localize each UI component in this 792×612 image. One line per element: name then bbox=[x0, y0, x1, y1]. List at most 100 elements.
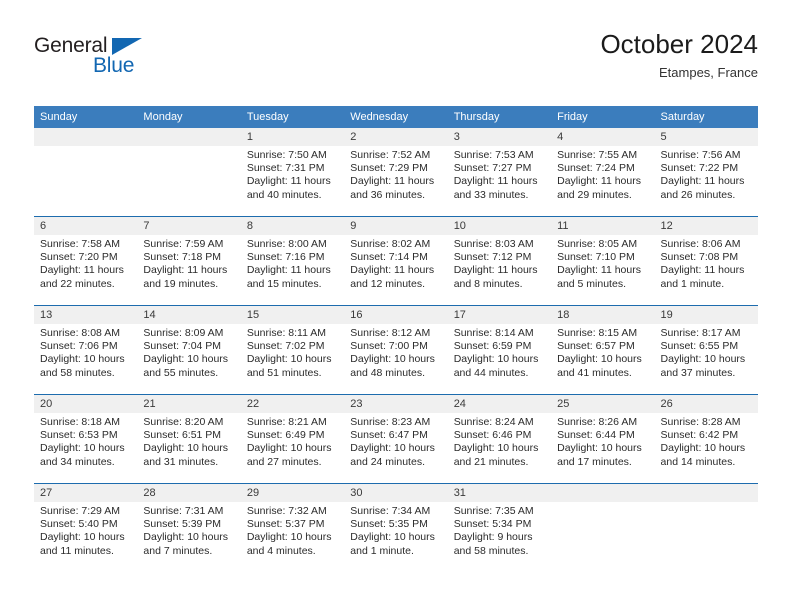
calendar-day-cell[interactable]: 3 Sunrise: 7:53 AM Sunset: 7:27 PM Daylight… bbox=[447, 128, 552, 217]
sunset-time: Sunset: 6:51 PM bbox=[143, 429, 222, 442]
day-number: 17 bbox=[447, 306, 552, 324]
day-number: 15 bbox=[240, 306, 345, 324]
calendar-day-cell[interactable]: 31 Sunrise: 7:35 AM Sunset: 5:34 PM Dayligh… bbox=[447, 483, 552, 572]
calendar-day-cell[interactable]: 29 Sunrise: 7:32 AM Sunset: 5:37 PM Dayligh… bbox=[240, 483, 345, 572]
daylight-duration-line2: and 7 minutes. bbox=[143, 544, 213, 557]
sunrise-time: Sunrise: 7:32 AM bbox=[246, 505, 327, 517]
calendar-day-cell[interactable]: 10 Sunrise: 8:03 AM Sunset: 7:12 PM Dayligh… bbox=[447, 216, 552, 306]
calendar-day-cell[interactable]: 12 Sunrise: 8:06 AM Sunset: 7:08 PM Dayligh… bbox=[654, 216, 758, 306]
calendar-day-cell[interactable]: 13 Sunrise: 8:08 AM Sunset: 7:06 PM Dayligh… bbox=[34, 305, 138, 395]
day-number: 26 bbox=[654, 395, 758, 413]
sunset-time: Sunset: 5:34 PM bbox=[453, 518, 532, 531]
day-details: Sunrise: 7:35 AM Sunset: 5:34 PM Daylight:… bbox=[448, 502, 551, 558]
day-number: 23 bbox=[344, 395, 448, 413]
day-details: Sunrise: 7:29 AM Sunset: 5:40 PM Daylight:… bbox=[34, 502, 137, 558]
day-details: Sunrise: 8:28 AM Sunset: 6:42 PM Daylight:… bbox=[655, 413, 758, 469]
calendar-day-cell[interactable]: 28 Sunrise: 7:31 AM Sunset: 5:39 PM Dayligh… bbox=[137, 483, 241, 572]
day-number bbox=[654, 484, 758, 502]
day-number: 7 bbox=[137, 217, 241, 235]
weekday-header-friday: Friday bbox=[551, 106, 655, 128]
calendar-day-cell[interactable]: 30 Sunrise: 7:34 AM Sunset: 5:35 PM Dayligh… bbox=[344, 483, 448, 572]
calendar-day-cell[interactable]: 24 Sunrise: 8:24 AM Sunset: 6:46 PM Dayligh… bbox=[447, 394, 552, 484]
calendar-day-cell[interactable]: 4 Sunrise: 7:55 AM Sunset: 7:24 PM Daylight… bbox=[551, 128, 655, 217]
calendar-week-row: 1 Sunrise: 7:50 AM Sunset: 7:31 PM Daylight… bbox=[34, 128, 758, 217]
sunrise-time: Sunrise: 7:29 AM bbox=[40, 505, 120, 517]
sunset-time: Sunset: 6:42 PM bbox=[660, 429, 739, 442]
calendar-day-cell[interactable]: 7 Sunrise: 7:59 AM Sunset: 7:18 PM Daylight… bbox=[137, 216, 241, 306]
calendar-day-cell[interactable]: 15 Sunrise: 8:11 AM Sunset: 7:02 PM Dayligh… bbox=[240, 305, 345, 395]
weekday-header-sunday: Sunday bbox=[34, 106, 138, 128]
sunset-time: Sunset: 7:06 PM bbox=[40, 340, 118, 353]
calendar-day-cell[interactable]: 23 Sunrise: 8:23 AM Sunset: 6:47 PM Dayligh… bbox=[344, 394, 448, 484]
day-number: 11 bbox=[551, 217, 655, 235]
calendar-day-cell[interactable]: 25 Sunrise: 8:26 AM Sunset: 6:44 PM Dayligh… bbox=[551, 394, 655, 484]
day-details: Sunrise: 7:58 AM Sunset: 7:20 PM Daylight:… bbox=[34, 235, 137, 291]
sunset-time: Sunset: 7:00 PM bbox=[350, 340, 428, 353]
day-details: Sunrise: 8:11 AM Sunset: 7:02 PM Daylight:… bbox=[241, 324, 344, 380]
daylight-duration-line1: Daylight: 10 hours bbox=[350, 531, 435, 544]
sunset-time: Sunset: 7:24 PM bbox=[557, 162, 635, 175]
sunset-time: Sunset: 6:59 PM bbox=[453, 340, 532, 353]
day-number: 25 bbox=[551, 395, 655, 413]
calendar-day-cell[interactable]: 20 Sunrise: 8:18 AM Sunset: 6:53 PM Dayligh… bbox=[34, 394, 138, 484]
daylight-duration-line2: and 58 minutes. bbox=[453, 544, 529, 557]
weekday-header-wednesday: Wednesday bbox=[344, 106, 448, 128]
calendar-day-cell[interactable]: 26 Sunrise: 8:28 AM Sunset: 6:42 PM Dayligh… bbox=[654, 394, 758, 484]
sunrise-time: Sunrise: 8:09 AM bbox=[143, 327, 224, 339]
calendar-day-cell[interactable]: 2 Sunrise: 7:52 AM Sunset: 7:29 PM Daylight… bbox=[344, 128, 448, 217]
sunset-time: Sunset: 6:57 PM bbox=[557, 340, 635, 353]
calendar-day-cell[interactable]: 16 Sunrise: 8:12 AM Sunset: 7:00 PM Dayligh… bbox=[344, 305, 448, 395]
day-number: 10 bbox=[447, 217, 552, 235]
daylight-duration-line2: and 11 minutes. bbox=[40, 544, 114, 557]
sunrise-time: Sunrise: 7:50 AM bbox=[246, 149, 327, 161]
daylight-duration-line2: and 19 minutes. bbox=[143, 277, 219, 290]
calendar-day-cell[interactable]: 14 Sunrise: 8:09 AM Sunset: 7:04 PM Dayligh… bbox=[137, 305, 241, 395]
calendar-day-cell[interactable]: 1 Sunrise: 7:50 AM Sunset: 7:31 PM Daylight… bbox=[240, 128, 345, 217]
calendar-day-cell[interactable]: 27 Sunrise: 7:29 AM Sunset: 5:40 PM Dayligh… bbox=[34, 483, 138, 572]
day-number: 13 bbox=[34, 306, 138, 324]
day-details: Sunrise: 8:12 AM Sunset: 7:00 PM Daylight:… bbox=[344, 324, 447, 380]
calendar-day-cell[interactable]: 18 Sunrise: 8:15 AM Sunset: 6:57 PM Dayligh… bbox=[551, 305, 655, 395]
daylight-duration-line1: Daylight: 11 hours bbox=[246, 175, 331, 188]
daylight-duration-line1: Daylight: 10 hours bbox=[246, 353, 332, 366]
weekday-header-monday: Monday bbox=[137, 106, 241, 128]
calendar-day-cell[interactable]: 5 Sunrise: 7:56 AM Sunset: 7:22 PM Daylight… bbox=[654, 128, 758, 217]
daylight-duration-line2: and 27 minutes. bbox=[246, 455, 322, 468]
calendar-day-cell[interactable]: 11 Sunrise: 8:05 AM Sunset: 7:10 PM Dayligh… bbox=[551, 216, 655, 306]
sunset-time: Sunset: 6:49 PM bbox=[246, 429, 325, 442]
daylight-duration-line2: and 15 minutes. bbox=[246, 277, 322, 290]
day-details: Sunrise: 8:14 AM Sunset: 6:59 PM Daylight:… bbox=[448, 324, 551, 380]
daylight-duration-line1: Daylight: 11 hours bbox=[557, 264, 641, 277]
calendar-day-cell[interactable]: 19 Sunrise: 8:17 AM Sunset: 6:55 PM Dayligh… bbox=[654, 305, 758, 395]
general-blue-logo[interactable]: General Blue bbox=[34, 34, 264, 88]
daylight-duration-line2: and 33 minutes. bbox=[453, 188, 529, 201]
day-details: Sunrise: 8:26 AM Sunset: 6:44 PM Daylight:… bbox=[551, 413, 654, 469]
daylight-duration-line1: Daylight: 11 hours bbox=[40, 264, 124, 277]
daylight-duration-line1: Daylight: 11 hours bbox=[246, 264, 331, 277]
weekday-header-thursday: Thursday bbox=[447, 106, 552, 128]
calendar-header-row: Sunday Monday Tuesday Wednesday Thursday… bbox=[34, 106, 758, 128]
daylight-duration-line2: and 12 minutes. bbox=[350, 277, 425, 290]
daylight-duration-line2: and 36 minutes. bbox=[350, 188, 425, 201]
calendar-day-cell[interactable]: 21 Sunrise: 8:20 AM Sunset: 6:51 PM Dayligh… bbox=[137, 394, 241, 484]
sunrise-time: Sunrise: 7:53 AM bbox=[453, 149, 534, 161]
daylight-duration-line1: Daylight: 10 hours bbox=[453, 442, 539, 455]
daylight-duration-line1: Daylight: 10 hours bbox=[660, 442, 746, 455]
calendar-day-cell[interactable]: 9 Sunrise: 8:02 AM Sunset: 7:14 PM Daylight… bbox=[344, 216, 448, 306]
daylight-duration-line1: Daylight: 9 hours bbox=[453, 531, 533, 544]
sunset-time: Sunset: 7:16 PM bbox=[246, 251, 325, 264]
calendar-empty-cell bbox=[654, 483, 758, 572]
daylight-duration-line1: Daylight: 11 hours bbox=[557, 175, 641, 188]
calendar-day-cell[interactable]: 6 Sunrise: 7:58 AM Sunset: 7:20 PM Daylight… bbox=[34, 216, 138, 306]
day-details: Sunrise: 8:15 AM Sunset: 6:57 PM Daylight:… bbox=[551, 324, 654, 380]
daylight-duration-line1: Daylight: 11 hours bbox=[453, 175, 538, 188]
calendar-day-cell[interactable]: 8 Sunrise: 8:00 AM Sunset: 7:16 PM Daylight… bbox=[240, 216, 345, 306]
sunset-time: Sunset: 7:12 PM bbox=[453, 251, 532, 264]
sunrise-time: Sunrise: 8:26 AM bbox=[557, 416, 638, 428]
calendar-day-cell[interactable]: 22 Sunrise: 8:21 AM Sunset: 6:49 PM Dayligh… bbox=[240, 394, 345, 484]
day-number: 22 bbox=[240, 395, 345, 413]
sunset-time: Sunset: 7:20 PM bbox=[40, 251, 118, 264]
calendar-day-cell[interactable]: 17 Sunrise: 8:14 AM Sunset: 6:59 PM Dayligh… bbox=[447, 305, 552, 395]
daylight-duration-line1: Daylight: 11 hours bbox=[453, 264, 538, 277]
day-details: Sunrise: 7:52 AM Sunset: 7:29 PM Daylight:… bbox=[344, 146, 447, 202]
